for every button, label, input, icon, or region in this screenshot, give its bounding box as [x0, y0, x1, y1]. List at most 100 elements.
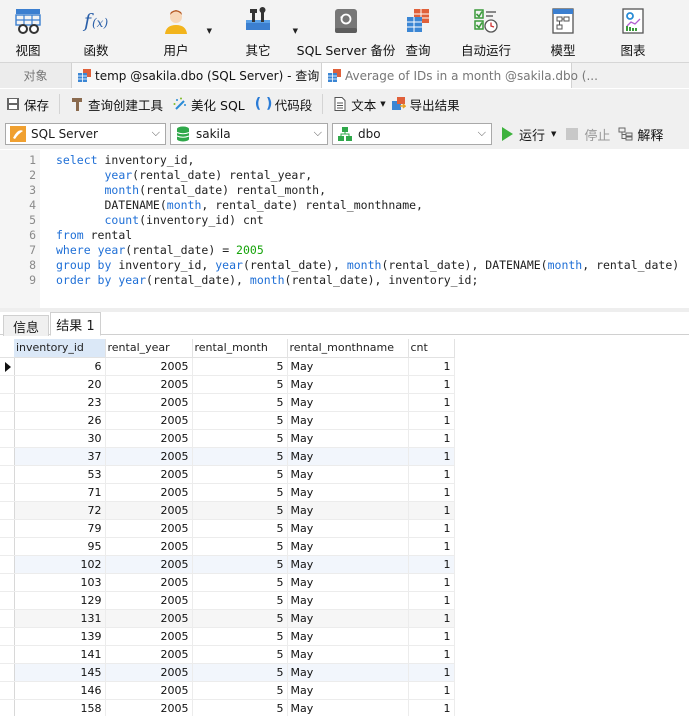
save-button[interactable]: 保存 — [6, 95, 49, 114]
table-row[interactable]: 95 2005 5 May 1 — [0, 537, 455, 556]
rental-year-cell[interactable]: 2005 — [105, 699, 193, 716]
rental-monthname-cell[interactable]: May — [287, 537, 409, 556]
column-header-inventory-id[interactable]: inventory_id — [14, 339, 106, 358]
rental-year-cell[interactable]: 2005 — [105, 393, 193, 412]
text-mode-caret-icon[interactable]: ▼ — [380, 100, 385, 108]
cnt-cell[interactable]: 1 — [408, 411, 455, 430]
rental-month-cell[interactable]: 5 — [192, 537, 288, 556]
row-header[interactable] — [0, 519, 15, 538]
table-row[interactable]: 131 2005 5 May 1 — [0, 609, 455, 628]
inventory-id-cell[interactable]: 6 — [14, 357, 106, 376]
rental-year-cell[interactable]: 2005 — [105, 645, 193, 664]
code-line[interactable]: 1 select inventory_id, — [0, 153, 689, 168]
rental-year-cell[interactable]: 2005 — [105, 447, 193, 466]
table-row[interactable]: 26 2005 5 May 1 — [0, 411, 455, 430]
row-header[interactable] — [0, 645, 15, 664]
cnt-cell[interactable]: 1 — [408, 375, 455, 394]
table-row[interactable]: 146 2005 5 May 1 — [0, 681, 455, 700]
row-header[interactable] — [0, 429, 15, 448]
ribbon-function-button[interactable]: f (x) 函数 — [56, 0, 136, 62]
code-line[interactable]: 7 where year(rental_date) = 2005 — [0, 243, 689, 258]
user-dropdown-caret-icon[interactable]: ▼ — [207, 27, 212, 35]
row-header[interactable] — [0, 501, 15, 520]
inventory-id-cell[interactable]: 72 — [14, 501, 106, 520]
cnt-cell[interactable]: 1 — [408, 393, 455, 412]
row-header[interactable] — [0, 537, 15, 556]
row-header[interactable] — [0, 393, 15, 412]
inventory-id-cell[interactable]: 53 — [14, 465, 106, 484]
code-line[interactable]: 2 year(rental_date) rental_year, — [0, 168, 689, 183]
row-header[interactable] — [0, 663, 15, 682]
explain-button[interactable]: 解释 — [618, 125, 663, 144]
rental-monthname-cell[interactable]: May — [287, 627, 409, 646]
table-row[interactable]: 139 2005 5 May 1 — [0, 627, 455, 646]
row-header[interactable] — [0, 411, 15, 430]
rental-month-cell[interactable]: 5 — [192, 645, 288, 664]
inventory-id-cell[interactable]: 158 — [14, 699, 106, 716]
inventory-id-cell[interactable]: 139 — [14, 627, 106, 646]
query-builder-button[interactable]: 查询创建工具 — [70, 95, 163, 114]
rental-month-cell[interactable]: 5 — [192, 663, 288, 682]
rental-month-cell[interactable]: 5 — [192, 573, 288, 592]
inventory-id-cell[interactable]: 20 — [14, 375, 106, 394]
rental-month-cell[interactable]: 5 — [192, 591, 288, 610]
ribbon-chart-button[interactable]: 图表 — [598, 0, 668, 62]
row-header[interactable] — [0, 483, 15, 502]
table-row[interactable]: 20 2005 5 May 1 — [0, 375, 455, 394]
ribbon-view-button[interactable]: 视图 — [0, 0, 56, 62]
tab-info[interactable]: 信息 — [3, 315, 49, 336]
table-row[interactable]: 23 2005 5 May 1 — [0, 393, 455, 412]
row-header[interactable] — [0, 591, 15, 610]
code-line[interactable]: 4 DATENAME(month, rental_date) rental_mo… — [0, 198, 689, 213]
rental-monthname-cell[interactable]: May — [287, 429, 409, 448]
inventory-id-cell[interactable]: 23 — [14, 393, 106, 412]
ribbon-others-button[interactable]: 其它 ▼ — [216, 0, 300, 62]
rental-month-cell[interactable]: 5 — [192, 627, 288, 646]
inventory-id-cell[interactable]: 102 — [14, 555, 106, 574]
row-header[interactable] — [0, 447, 15, 466]
sql-editor[interactable]: 1 select inventory_id, 2 year(rental_date)… — [0, 150, 689, 308]
tab-average-query[interactable]: Average of IDs in a month @sakila.dbo (.… — [322, 63, 598, 88]
cnt-cell[interactable]: 1 — [408, 627, 455, 646]
rental-month-cell[interactable]: 5 — [192, 375, 288, 394]
code-line[interactable]: 8 group by inventory_id, year(rental_date… — [0, 258, 689, 273]
column-header-rental-year[interactable]: rental_year — [105, 339, 193, 358]
cnt-cell[interactable]: 1 — [408, 609, 455, 628]
cnt-cell[interactable]: 1 — [408, 483, 455, 502]
rental-year-cell[interactable]: 2005 — [105, 609, 193, 628]
inventory-id-cell[interactable]: 131 — [14, 609, 106, 628]
rental-month-cell[interactable]: 5 — [192, 555, 288, 574]
rental-monthname-cell[interactable]: May — [287, 375, 409, 394]
inventory-id-cell[interactable]: 141 — [14, 645, 106, 664]
rental-month-cell[interactable]: 5 — [192, 393, 288, 412]
rental-year-cell[interactable]: 2005 — [105, 519, 193, 538]
rental-month-cell[interactable]: 5 — [192, 447, 288, 466]
rental-year-cell[interactable]: 2005 — [105, 465, 193, 484]
table-row[interactable]: 6 2005 5 May 1 — [0, 357, 455, 376]
rental-year-cell[interactable]: 2005 — [105, 357, 193, 376]
rental-year-cell[interactable]: 2005 — [105, 573, 193, 592]
rental-year-cell[interactable]: 2005 — [105, 537, 193, 556]
rental-monthname-cell[interactable]: May — [287, 465, 409, 484]
rental-monthname-cell[interactable]: May — [287, 609, 409, 628]
table-row[interactable]: 141 2005 5 May 1 — [0, 645, 455, 664]
rental-year-cell[interactable]: 2005 — [105, 411, 193, 430]
rental-monthname-cell[interactable]: May — [287, 357, 409, 376]
ribbon-automation-button[interactable]: 自动运行 — [444, 0, 528, 62]
column-header-rental-monthname[interactable]: rental_monthname — [287, 339, 409, 358]
cnt-cell[interactable]: 1 — [408, 699, 455, 716]
ribbon-user-button[interactable]: 用户 ▼ — [136, 0, 216, 62]
tab-result-1[interactable]: 结果 1 — [50, 312, 101, 336]
rental-year-cell[interactable]: 2005 — [105, 627, 193, 646]
connection-select[interactable]: SQL Server ⌵ — [5, 123, 166, 145]
rental-month-cell[interactable]: 5 — [192, 465, 288, 484]
table-row[interactable]: 145 2005 5 May 1 — [0, 663, 455, 682]
cnt-cell[interactable]: 1 — [408, 681, 455, 700]
code-snippet-button[interactable]: ( ) 代码段 — [255, 95, 313, 114]
table-row[interactable]: 72 2005 5 May 1 — [0, 501, 455, 520]
code-line[interactable]: 9 order by year(rental_date), month(renta… — [0, 273, 689, 288]
run-button[interactable]: 运行 ▼ — [502, 125, 556, 144]
rental-month-cell[interactable]: 5 — [192, 411, 288, 430]
ribbon-backup-button[interactable]: SQL Server 备份 — [297, 0, 395, 62]
tab-objects[interactable]: 对象 — [0, 63, 72, 88]
